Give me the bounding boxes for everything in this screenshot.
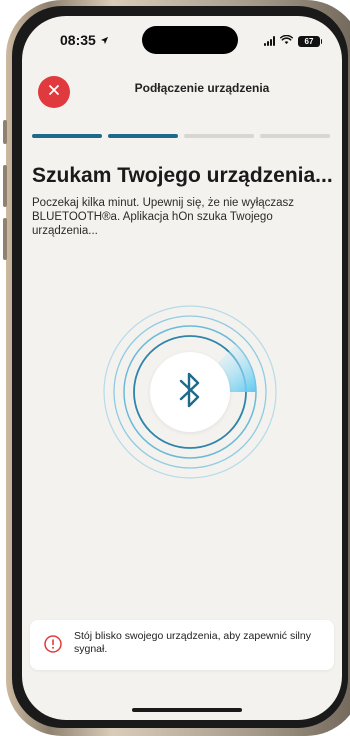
close-button[interactable]: [38, 76, 70, 108]
page: 08:35 67 Podłączenie urządzenia Szukam T…: [0, 0, 350, 736]
page-heading: Szukam Twojego urządzenia...: [32, 164, 333, 187]
status-time-text: 08:35: [60, 32, 96, 48]
status-time: 08:35: [60, 32, 109, 48]
progress-step-2: [108, 134, 178, 138]
battery-level: 67: [304, 36, 314, 46]
signal-icon: [264, 36, 275, 46]
action-button: [3, 120, 7, 144]
battery-icon: 67: [298, 35, 322, 47]
bluetooth-search-animation: [100, 302, 280, 482]
bluetooth-icon: [178, 371, 202, 414]
dynamic-island: [142, 26, 238, 54]
wifi-icon: [280, 32, 293, 50]
progress-steps: [32, 134, 342, 138]
warning-icon: [44, 635, 62, 653]
location-arrow-icon: [100, 36, 109, 48]
signal-notice: Stój blisko swojego urządzenia, aby zape…: [30, 620, 334, 670]
status-icons: 67: [264, 32, 322, 50]
home-indicator[interactable]: [132, 708, 242, 712]
bluetooth-badge: [150, 352, 230, 432]
progress-step-1: [32, 134, 102, 138]
header-title: Podłączenie urządzenia: [134, 81, 270, 95]
progress-step-3: [184, 134, 254, 138]
status-bar: 08:35 67: [22, 16, 342, 60]
app-screen: 08:35 67 Podłączenie urządzenia Szukam T…: [22, 16, 342, 720]
notice-text: Stój blisko swojego urządzenia, aby zape…: [74, 630, 311, 655]
volume-down-button: [3, 218, 7, 260]
progress-step-4: [260, 134, 330, 138]
search-description: Poczekaj kilka minut. Upewnij się, że ni…: [32, 197, 295, 237]
close-icon: [48, 83, 60, 101]
volume-up-button: [3, 165, 7, 207]
